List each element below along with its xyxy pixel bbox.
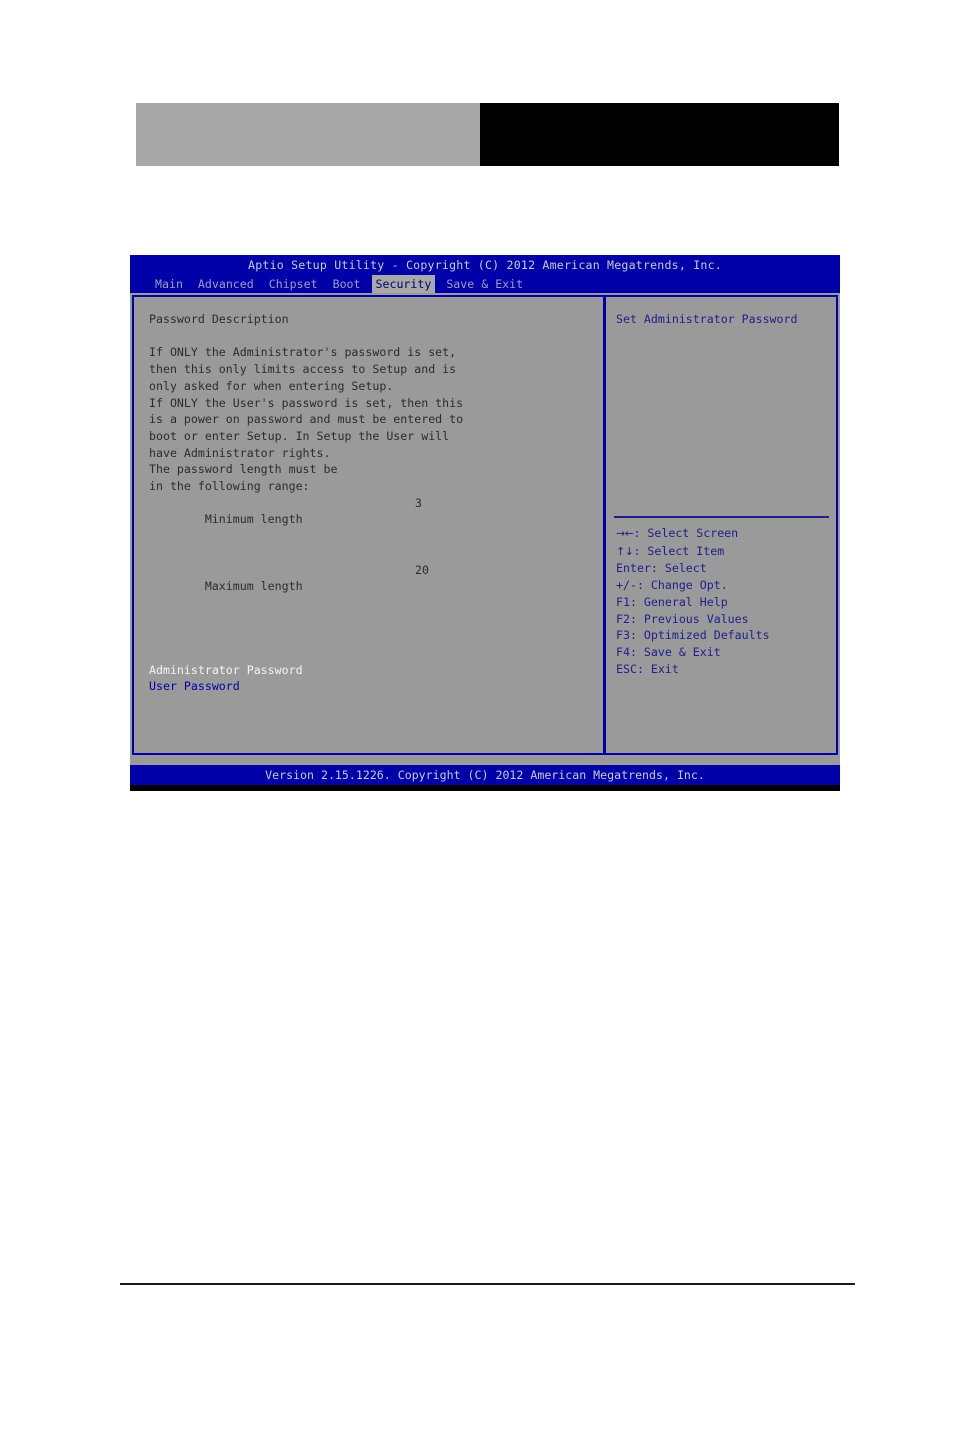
header-block-black (480, 103, 839, 166)
description-line-9: in the following range: (149, 479, 310, 494)
arrow-left-right-icon: →← (616, 527, 634, 540)
help-separator (614, 516, 829, 518)
arrow-up-down-icon: ↑↓ (616, 544, 634, 558)
legend-select-item-label: : Select Item (633, 543, 725, 558)
settings-pane: Password Description If ONLY the Adminis… (134, 297, 603, 753)
bios-content-area: Password Description If ONLY the Adminis… (132, 295, 838, 755)
tab-boot[interactable]: Boot (329, 275, 365, 293)
description-line-5: is a power on password and must be enter… (149, 412, 464, 427)
description-line-7: have Administrator rights. (149, 445, 331, 460)
legend-change-opt: +/-: Change Opt. (616, 578, 728, 593)
tab-save-and-exit[interactable]: Save & Exit (442, 275, 527, 293)
legend-select-screen: →←: Select Screen (616, 525, 770, 543)
description-line-3: only asked for when entering Setup. (149, 378, 394, 393)
legend-esc-exit: ESC: Exit (616, 661, 679, 676)
minimum-length-label: Minimum length (204, 512, 303, 527)
tab-chipset[interactable]: Chipset (265, 275, 322, 293)
tab-security[interactable]: Security (371, 275, 436, 293)
legend-select-screen-label: : Select Screen (633, 526, 739, 540)
legend-save-and-exit: F4: Save & Exit (616, 644, 721, 659)
bios-menu-bar[interactable]: Main Advanced Chipset Boot Security Save… (130, 275, 840, 293)
legend-general-help: F1: General Help (616, 594, 728, 609)
bios-title-bar: Aptio Setup Utility - Copyright (C) 2012… (130, 255, 840, 275)
administrator-password-item[interactable]: Administrator Password (149, 662, 603, 679)
description-line-8: The password length must be (149, 462, 338, 477)
password-description-title: Password Description (149, 312, 289, 326)
legend-enter-select: Enter: Select (616, 561, 707, 576)
header-block-gray (136, 103, 480, 166)
maximum-length-row: Maximum length 20 (149, 562, 603, 629)
page-bottom-rule (120, 1283, 855, 1285)
maximum-length-label: Maximum length (204, 579, 303, 594)
legend-optimized-defaults: F3: Optimized Defaults (616, 628, 770, 643)
description-line-1: If ONLY the Administrator's password is … (149, 345, 457, 360)
maximum-length-value: 20 (415, 562, 429, 577)
help-pane: Set Administrator Password →←: Select Sc… (606, 297, 836, 753)
description-line-6: boot or enter Setup. In Setup the User w… (149, 428, 450, 443)
minimum-length-value: 3 (415, 495, 422, 510)
bios-setup-window: Aptio Setup Utility - Copyright (C) 2012… (130, 255, 840, 791)
minimum-length-row: Minimum length 3 (149, 495, 603, 562)
legend-select-item: ↑↓: Select Item (616, 543, 770, 561)
help-description: Set Administrator Password (616, 312, 798, 326)
description-line-4: If ONLY the User's password is set, then… (149, 395, 464, 410)
key-legend-list: →←: Select Screen ↑↓: Select Item Enter:… (616, 525, 770, 677)
bios-footer-bar: Version 2.15.1226. Copyright (C) 2012 Am… (130, 765, 840, 785)
document-header-banner (136, 103, 839, 166)
bios-footer-shadow (130, 785, 840, 791)
user-password-item[interactable]: User Password (149, 678, 603, 695)
description-line-2: then this only limits access to Setup an… (149, 362, 457, 377)
tab-main[interactable]: Main (151, 275, 187, 293)
tab-advanced[interactable]: Advanced (194, 275, 258, 293)
legend-previous-values: F2: Previous Values (616, 611, 749, 626)
